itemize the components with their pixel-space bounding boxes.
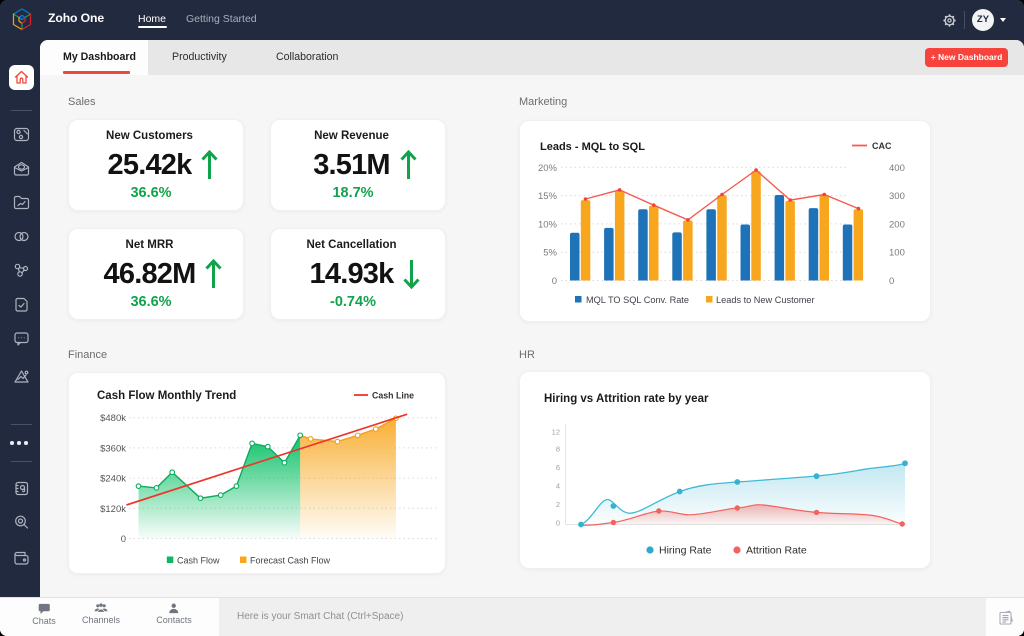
svg-text:Leads - MQL to SQL: Leads - MQL to SQL [540, 141, 645, 153]
svg-text:0: 0 [889, 276, 894, 287]
svg-text:$240k: $240k [100, 474, 126, 485]
svg-text:15%: 15% [538, 191, 558, 202]
svg-text:12: 12 [552, 428, 560, 437]
svg-text:Hiring vs Attrition rate by ye: Hiring vs Attrition rate by year [544, 393, 709, 405]
svg-text:400: 400 [889, 163, 905, 174]
svg-text:$360k: $360k [100, 443, 126, 454]
svg-text:4: 4 [556, 482, 560, 491]
svg-text:Attrition Rate: Attrition Rate [746, 545, 807, 557]
svg-text:0: 0 [552, 276, 557, 287]
svg-text:Cash Flow: Cash Flow [177, 556, 220, 566]
svg-text:0: 0 [556, 519, 560, 528]
svg-text:20%: 20% [538, 163, 558, 174]
svg-text:0: 0 [121, 534, 126, 545]
svg-text:6: 6 [556, 463, 560, 472]
svg-text:10%: 10% [538, 219, 558, 230]
svg-text:$120k: $120k [100, 504, 126, 515]
svg-text:Hiring Rate: Hiring Rate [659, 545, 712, 557]
svg-text:Cash Line: Cash Line [372, 391, 414, 401]
svg-text:MQL TO SQL Conv. Rate: MQL TO SQL Conv. Rate [586, 295, 689, 305]
svg-text:$480k: $480k [100, 413, 126, 424]
svg-text:300: 300 [889, 191, 905, 202]
svg-text:CAC: CAC [872, 141, 892, 151]
svg-text:2: 2 [556, 500, 560, 509]
svg-text:Forecast Cash Flow: Forecast Cash Flow [250, 556, 331, 566]
svg-text:5%: 5% [543, 248, 557, 259]
svg-text:Leads to New Customer: Leads to New Customer [716, 295, 815, 305]
svg-text:Cash Flow Monthly Trend: Cash Flow Monthly Trend [97, 390, 236, 402]
svg-text:200: 200 [889, 219, 905, 230]
svg-text:8: 8 [556, 445, 560, 454]
svg-text:100: 100 [889, 248, 905, 259]
